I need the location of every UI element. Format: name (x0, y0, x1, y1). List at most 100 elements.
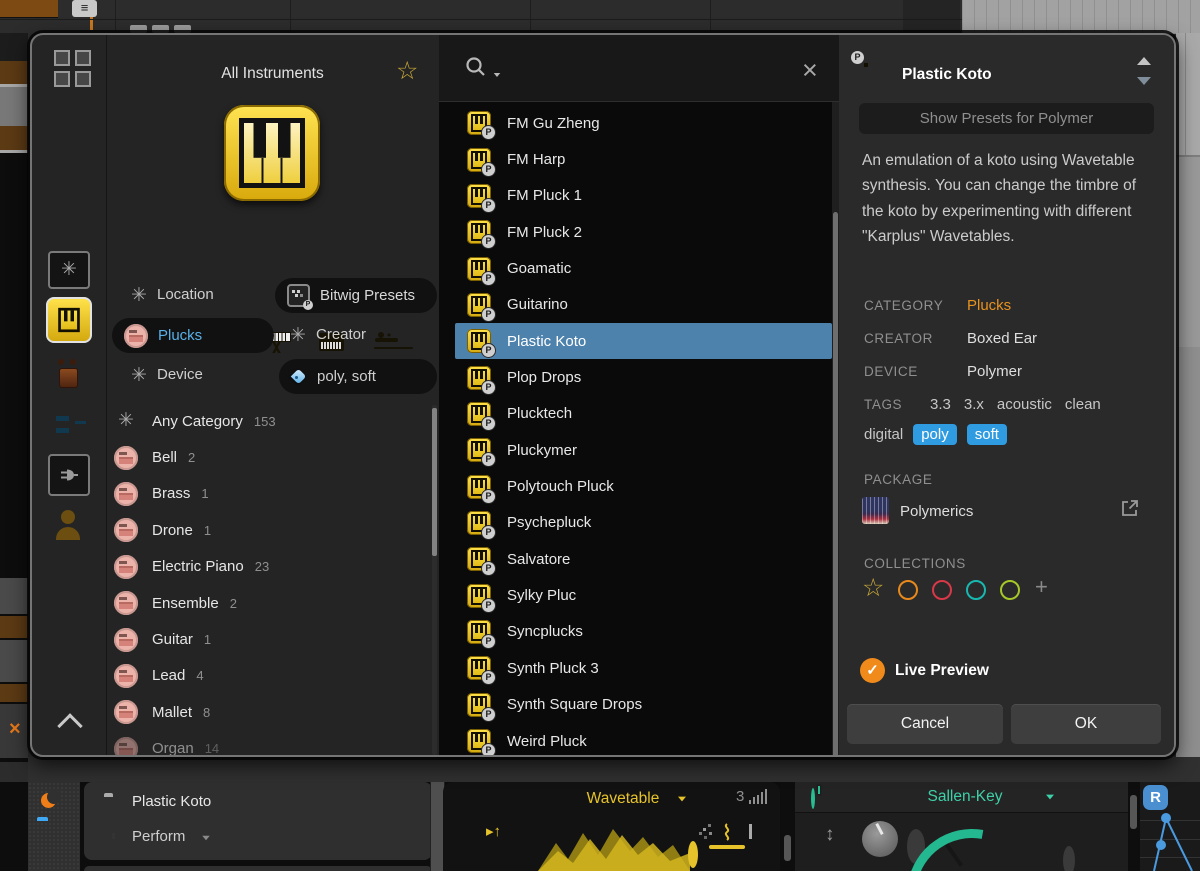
scrollbar-thumb[interactable] (432, 408, 437, 556)
remote-badge[interactable]: R (1143, 785, 1168, 810)
category-count: 2 (230, 596, 237, 611)
bar-mode-icon[interactable] (749, 824, 752, 839)
list-item[interactable]: Goamatic (455, 250, 832, 286)
search-icon[interactable] (465, 56, 489, 80)
list-item-selected[interactable]: Plastic Koto (455, 323, 832, 359)
filter-creator[interactable]: Creator (316, 326, 366, 343)
list-item[interactable]: FM Gu Zheng (455, 105, 832, 141)
list-item[interactable]: FM Harp (455, 141, 832, 177)
prev-preset-icon[interactable] (1137, 57, 1151, 65)
list-item[interactable]: Synth Pluck 3 (455, 650, 832, 686)
keytrack-icon[interactable]: ▸↑ (486, 822, 501, 840)
search-clear-icon[interactable] (802, 60, 818, 80)
category-row[interactable]: Brass1 (114, 476, 431, 512)
list-item[interactable]: Salvatore (455, 541, 832, 577)
device-preset-name[interactable]: Plastic Koto (132, 793, 211, 810)
collapse-chevron-icon[interactable] (57, 713, 82, 738)
favorite-star-icon[interactable] (396, 59, 418, 84)
collection-star-icon[interactable] (862, 576, 884, 601)
collection-circle-red[interactable] (932, 580, 952, 600)
package-name[interactable]: Polymerics (900, 503, 973, 520)
show-presets-button[interactable]: Show Presets for Polymer (859, 103, 1154, 134)
collection-circle-green[interactable] (1000, 580, 1020, 600)
tag-item[interactable]: 3.x (964, 396, 984, 413)
device-header-panel[interactable]: Plastic Koto Perform (84, 782, 432, 860)
category-row[interactable]: Lead4 (114, 658, 431, 694)
category-row[interactable]: Organ14 (114, 731, 431, 757)
wavetable-index-knob[interactable] (688, 841, 698, 868)
collection-circle-teal[interactable] (966, 580, 986, 600)
preset-p-badge-icon (481, 416, 496, 431)
filter-drag-icon[interactable] (825, 824, 835, 846)
search-filter-dropdown-icon[interactable] (494, 73, 501, 77)
list-item[interactable]: Sylky Pluc (455, 577, 832, 613)
list-item[interactable]: Weird Pluck (455, 723, 832, 757)
list-item[interactable]: Syncplucks (455, 614, 832, 650)
collection-circle-orange[interactable] (898, 580, 918, 600)
source-instruments-button[interactable] (46, 297, 92, 343)
scrollbar-thumb[interactable] (833, 212, 838, 757)
live-preview-toggle[interactable] (860, 658, 885, 683)
filter-title[interactable]: Sallen-Key (895, 788, 1035, 806)
next-preset-icon[interactable] (1137, 77, 1151, 85)
filter-dropdown-icon[interactable] (1046, 795, 1054, 800)
filter-tags-chip[interactable]: poly, soft (279, 359, 437, 394)
search-bar[interactable] (439, 35, 839, 102)
results-scrollbar[interactable] (832, 102, 839, 757)
category-row[interactable]: Guitar1 (114, 621, 431, 657)
list-item[interactable]: FM Pluck 2 (455, 214, 832, 250)
list-item[interactable]: Plucktech (455, 396, 832, 432)
category-row[interactable]: Electric Piano23 (114, 549, 431, 585)
filter-cutoff-knob[interactable] (907, 829, 925, 864)
source-plugins-button[interactable] (48, 454, 90, 496)
divider-handle[interactable] (1130, 795, 1137, 829)
creator-value[interactable]: Boxed Ear (967, 330, 1037, 347)
cancel-button[interactable]: Cancel (847, 704, 1003, 744)
list-item[interactable]: Guitarino (455, 287, 832, 323)
tag-item[interactable]: acoustic (997, 396, 1052, 413)
collection-add-icon[interactable]: + (1035, 576, 1048, 598)
list-item[interactable]: Polytouch Pluck (455, 468, 832, 504)
filter-power-icon[interactable] (811, 788, 815, 809)
category-scrollbar[interactable] (432, 405, 437, 755)
category-row[interactable]: Drone1 (114, 512, 431, 548)
tag-item[interactable]: clean (1065, 396, 1101, 413)
list-item[interactable]: Plop Drops (455, 359, 832, 395)
device-value[interactable]: Polymer (967, 363, 1022, 380)
category-row[interactable]: Any Category153 (114, 403, 431, 439)
list-item[interactable]: FM Pluck 1 (455, 178, 832, 214)
sparkle-icon[interactable] (703, 828, 706, 831)
panel-divider[interactable] (780, 782, 795, 871)
filter-source-chip[interactable]: Bitwig Presets (275, 278, 437, 313)
category-row[interactable]: Mallet8 (114, 694, 431, 730)
ok-button[interactable]: OK (1011, 704, 1161, 744)
filter-category-chip[interactable]: Plucks (112, 318, 274, 353)
close-track-icon[interactable]: × (9, 718, 21, 741)
filter-device[interactable]: Device (157, 366, 203, 383)
voice-count[interactable]: 3 (736, 788, 744, 805)
external-link-icon[interactable] (1120, 498, 1140, 518)
device-mode-select[interactable]: Perform (132, 828, 185, 845)
tag-item[interactable]: 3.3 (930, 396, 951, 413)
panel-divider[interactable] (1128, 782, 1140, 871)
wave-mode-icon[interactable] (721, 823, 733, 841)
tag-chip-selected[interactable]: soft (967, 424, 1007, 445)
category-value[interactable]: Plucks (967, 297, 1011, 314)
filter-res-knob[interactable] (1063, 846, 1075, 871)
transport-mini-buttons[interactable] (130, 25, 147, 33)
source-any-button[interactable] (48, 251, 90, 289)
list-item[interactable]: Pluckymer (455, 432, 832, 468)
list-item[interactable]: Psychepluck (455, 505, 832, 541)
category-row[interactable]: Bell2 (114, 439, 431, 475)
tag-chip-selected[interactable]: poly (913, 424, 957, 445)
mode-dropdown-icon[interactable] (202, 836, 210, 841)
osc-title[interactable]: Wavetable (563, 790, 683, 808)
category-row[interactable]: Ensemble2 (114, 585, 431, 621)
browser-grid-icon[interactable] (54, 50, 91, 87)
osc-dropdown-icon[interactable] (678, 797, 686, 802)
divider-handle[interactable] (784, 835, 791, 861)
tag-item[interactable]: digital (864, 426, 903, 443)
hamburger-button[interactable]: ≡ (72, 0, 97, 17)
filter-location[interactable]: Location (157, 286, 214, 303)
list-item[interactable]: Synth Square Drops (455, 687, 832, 723)
